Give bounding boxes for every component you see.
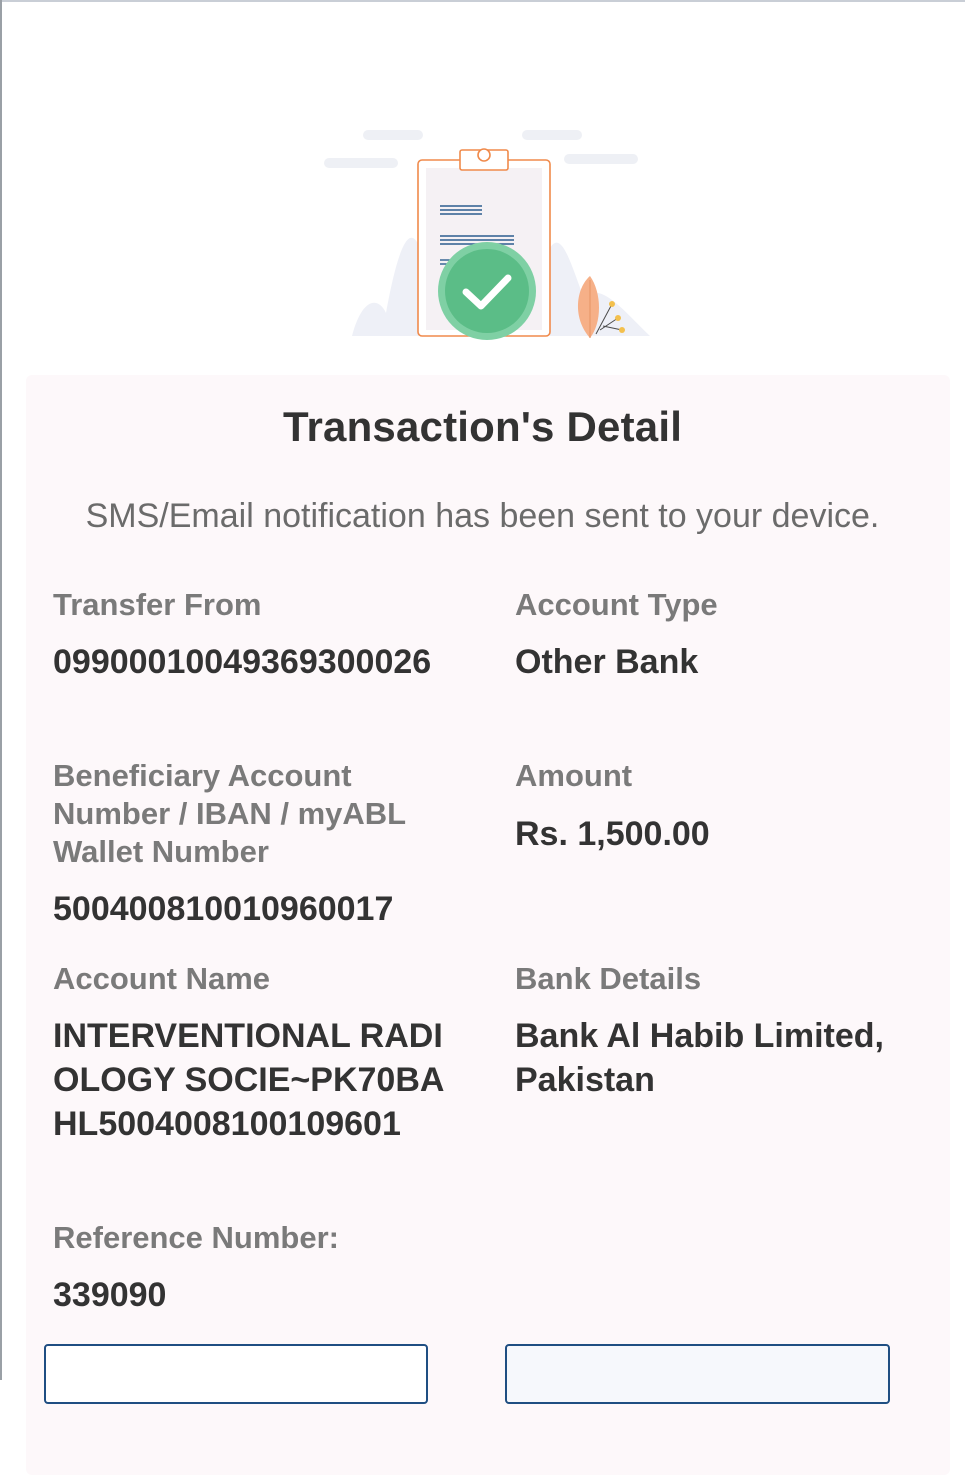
transfer-from-label: Transfer From	[53, 587, 262, 622]
amount-value: Rs. 1,500.00	[515, 815, 710, 853]
account-name-label: Account Name	[53, 961, 271, 996]
account-type-label: Account Type	[515, 587, 718, 622]
amount-label: Amount	[515, 758, 633, 793]
clipboard-success-illustration	[324, 130, 650, 340]
notification-message: SMS/Email notification has been sent to …	[85, 497, 880, 535]
reference-number-value: 339090	[53, 1276, 167, 1314]
beneficiary-label: Beneficiary Account Number / IBAN / myAB…	[53, 758, 406, 869]
bank-details-label: Bank Details	[515, 961, 702, 996]
account-type-value: Other Bank	[515, 643, 699, 681]
reference-number-label: Reference Number:	[53, 1220, 339, 1255]
transfer-from-value: 09900010049369300026	[53, 643, 432, 681]
account-name-value: INTERVENTIONAL RADIOLOGY SOCIE~PK70BAHL5…	[53, 1017, 445, 1143]
right-action-button[interactable]	[505, 1344, 890, 1404]
window-left-border	[0, 0, 2, 1380]
page-title: Transaction's Detail	[282, 403, 683, 450]
left-action-button[interactable]	[44, 1344, 428, 1404]
check-circle-icon	[438, 242, 536, 340]
beneficiary-value: 500400810010960017	[53, 890, 394, 928]
window-top-border	[0, 0, 965, 2]
bank-details-value: Bank Al Habib Limited, Pakistan	[515, 1017, 885, 1099]
